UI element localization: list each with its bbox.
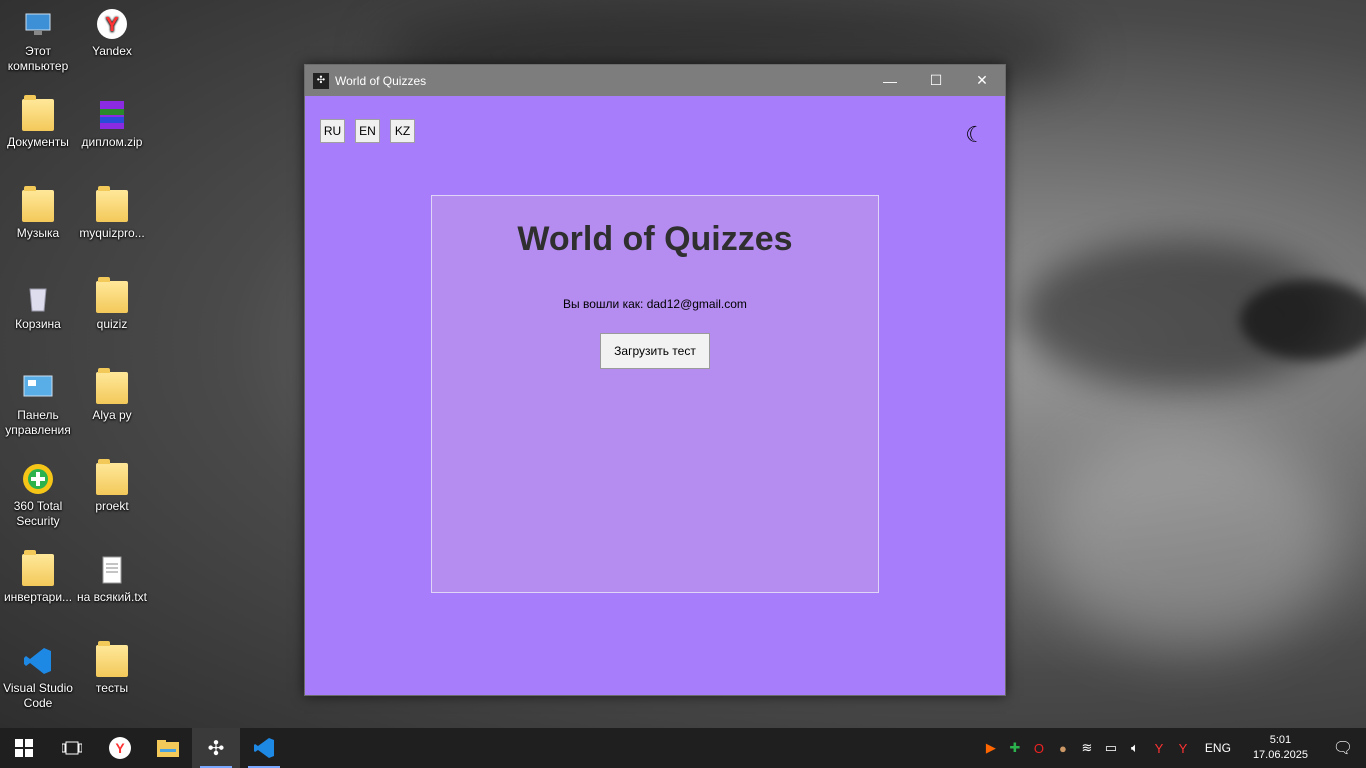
system-tray: ▶ ✚ O ● ≋ ▭ 🔈︎ Y Y ENG 5:01 17.06.2025 🗨… bbox=[979, 728, 1366, 768]
moon-icon[interactable]: ☾ bbox=[965, 122, 985, 148]
window-titlebar[interactable]: ✣ World of Quizzes — ☐ ✕ bbox=[305, 65, 1005, 96]
login-status: Вы вошли как: dad12@gmail.com bbox=[563, 297, 747, 311]
media-player-icon[interactable]: ▶ bbox=[979, 740, 1003, 756]
clock-time: 5:01 bbox=[1269, 734, 1292, 746]
desktop-icon-quiziz[interactable]: quiziz bbox=[74, 277, 150, 332]
app-tray-icon[interactable]: ● bbox=[1051, 741, 1075, 756]
battery-icon[interactable]: ▭ bbox=[1099, 740, 1123, 756]
file-explorer-icon bbox=[157, 740, 179, 757]
desktop-icon-label: Этот компьютер bbox=[7, 44, 69, 73]
yandex-browser-icon: Y bbox=[96, 8, 128, 40]
desktop-icon-myquizpro[interactable]: myquizpro... bbox=[74, 186, 150, 241]
desktop-icon-na-vsyakiy[interactable]: на всякий.txt bbox=[74, 554, 150, 605]
opera-icon[interactable]: O bbox=[1027, 741, 1051, 756]
svg-text:Y: Y bbox=[115, 740, 125, 756]
notification-icon[interactable]: 🗨︎ bbox=[1320, 738, 1366, 758]
taskbar-explorer[interactable] bbox=[144, 728, 192, 768]
yandex-browser-icon: Y bbox=[109, 737, 131, 759]
app-icon: ✣ bbox=[313, 72, 329, 89]
load-test-button[interactable]: Загрузить тест bbox=[600, 333, 710, 369]
desktop-icon-vscode[interactable]: Visual Studio Code bbox=[0, 645, 76, 711]
desktop-icon-diplom-zip[interactable]: диплом.zip bbox=[74, 99, 150, 150]
desktop-icon-label: Музыка bbox=[16, 226, 60, 240]
desktop-icon-invertari[interactable]: инвертари... bbox=[0, 550, 76, 605]
desktop-icon-label: Yandex bbox=[92, 44, 132, 58]
wallpaper-shadow bbox=[1020, 240, 1340, 390]
desktop-icon-label: инвертари... bbox=[3, 590, 73, 604]
minimize-button[interactable]: — bbox=[867, 65, 913, 96]
music-folder-icon bbox=[22, 186, 54, 222]
360-security-icon bbox=[22, 463, 54, 495]
desktop-icon-documents[interactable]: Документы bbox=[0, 95, 76, 150]
desktop-icon-label: диплом.zip bbox=[81, 135, 143, 149]
desktop-icon-alya-py[interactable]: Alya py bbox=[74, 368, 150, 423]
computer-icon bbox=[22, 8, 54, 40]
recycle-bin-icon bbox=[22, 281, 54, 313]
wallpaper-highlight bbox=[1040, 430, 1340, 650]
desktop-icon-this-pc[interactable]: Этот компьютер bbox=[0, 8, 76, 74]
file-icon bbox=[22, 550, 54, 586]
folder-icon bbox=[96, 641, 128, 677]
desktop-icon-label: proekt bbox=[95, 499, 129, 513]
wifi-icon[interactable]: ≋ bbox=[1075, 740, 1099, 756]
desktop-icon-label: на всякий.txt bbox=[76, 590, 148, 604]
wallpaper-eye bbox=[1240, 280, 1366, 360]
volume-icon[interactable]: 🔈︎ bbox=[1123, 740, 1147, 756]
folder-icon bbox=[96, 368, 128, 404]
taskbar: Y ✣ ▶ ✚ O ● ≋ ▭ 🔈︎ Y Y ENG 5:01 17.06.20… bbox=[0, 728, 1366, 768]
folder-icon bbox=[96, 186, 128, 222]
folder-icon bbox=[96, 459, 128, 495]
svg-text:Y: Y bbox=[105, 14, 119, 36]
lang-ru-button[interactable]: RU bbox=[320, 119, 345, 143]
desktop-icon-yandex[interactable]: Y Yandex bbox=[74, 8, 150, 59]
yandex-tray-icon-2[interactable]: Y bbox=[1171, 741, 1195, 756]
control-panel-icon bbox=[22, 372, 54, 404]
desktop-icon-proekt[interactable]: proekt bbox=[74, 459, 150, 514]
360-security-tray-icon[interactable]: ✚ bbox=[1003, 740, 1027, 756]
desktop-icon-label: тесты bbox=[95, 681, 129, 695]
taskbar-quiz-app[interactable]: ✣ bbox=[192, 728, 240, 768]
quiz-app-window: ✣ World of Quizzes — ☐ ✕ RU EN KZ ☾ Worl… bbox=[304, 64, 1006, 696]
desktop-icon-label: myquizpro... bbox=[79, 226, 145, 240]
app-icon: ✣ bbox=[207, 737, 225, 760]
app-heading: World of Quizzes bbox=[517, 220, 793, 258]
maximize-button[interactable]: ☐ bbox=[913, 65, 959, 96]
desktop-icon-label: quiziz bbox=[96, 317, 128, 331]
windows-icon bbox=[15, 739, 33, 757]
vscode-icon bbox=[254, 738, 274, 758]
input-language[interactable]: ENG bbox=[1205, 741, 1231, 755]
desktop-icon-recycle-bin[interactable]: Корзина bbox=[0, 281, 76, 332]
winrar-archive-icon bbox=[96, 99, 128, 131]
desktop-icon-label: Корзина bbox=[15, 317, 61, 331]
start-button[interactable] bbox=[0, 728, 48, 768]
desktop-icon-label: Visual Studio Code bbox=[3, 681, 73, 710]
text-file-icon bbox=[96, 554, 128, 586]
desktop-icon-music[interactable]: Музыка bbox=[0, 186, 76, 241]
folder-icon bbox=[96, 277, 128, 313]
task-view-icon bbox=[62, 741, 82, 755]
desktop-icon-label: 360 Total Security bbox=[13, 499, 63, 528]
desktop-icon-label: Alya py bbox=[92, 408, 132, 422]
lang-kz-button[interactable]: KZ bbox=[390, 119, 415, 143]
desktop-icon-control-panel[interactable]: Панель управления bbox=[0, 372, 76, 438]
taskbar-yandex[interactable]: Y bbox=[96, 728, 144, 768]
desktop-icon-label: Документы bbox=[7, 135, 69, 149]
main-card: World of Quizzes Вы вошли как: dad12@gma… bbox=[431, 195, 879, 593]
close-button[interactable]: ✕ bbox=[959, 65, 1005, 96]
clock-date: 17.06.2025 bbox=[1252, 749, 1308, 761]
vscode-icon bbox=[22, 645, 54, 677]
language-selector: RU EN KZ bbox=[320, 119, 415, 143]
lang-en-button[interactable]: EN bbox=[355, 119, 380, 143]
desktop-icon-label: Панель управления bbox=[5, 408, 71, 437]
task-view-button[interactable] bbox=[48, 728, 96, 768]
window-title: World of Quizzes bbox=[335, 73, 427, 88]
clock[interactable]: 5:01 17.06.2025 bbox=[1253, 733, 1308, 763]
documents-icon bbox=[22, 95, 54, 131]
taskbar-vscode[interactable] bbox=[240, 728, 288, 768]
yandex-tray-icon[interactable]: Y bbox=[1147, 741, 1171, 756]
desktop-icon-360-security[interactable]: 360 Total Security bbox=[0, 463, 76, 529]
desktop-icon-testy[interactable]: тесты bbox=[74, 641, 150, 696]
